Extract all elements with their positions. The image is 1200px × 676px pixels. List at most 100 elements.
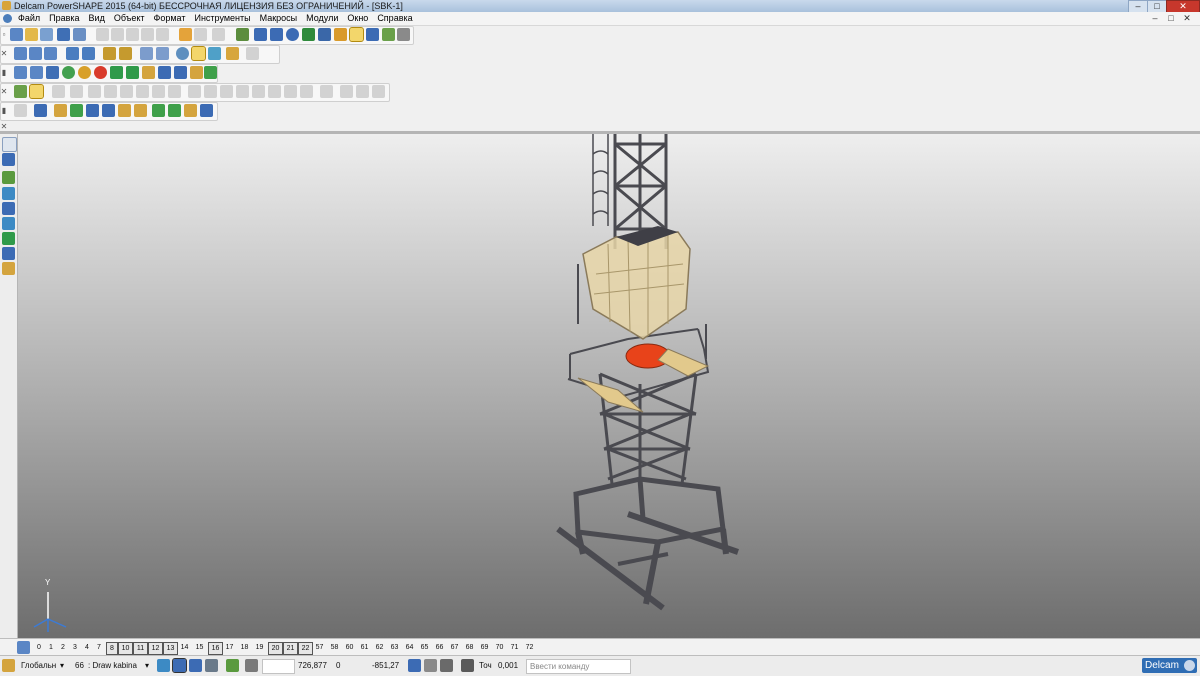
disk-icon[interactable] [57, 28, 70, 41]
surface-3-icon[interactable] [88, 85, 101, 98]
zoom-in-icon[interactable] [103, 47, 116, 60]
menu-view[interactable]: Вид [89, 12, 105, 25]
level-68[interactable]: 68 [463, 642, 476, 653]
level-3[interactable]: 3 [70, 642, 80, 653]
level-72[interactable]: 72 [523, 642, 536, 653]
tolerance-value[interactable]: 0,001 [498, 659, 518, 672]
arrow-icon[interactable] [204, 66, 217, 79]
assembly-11-icon[interactable] [184, 104, 197, 117]
select-icon[interactable] [254, 28, 267, 41]
view-iso-icon[interactable] [66, 47, 79, 60]
circle-icon[interactable] [286, 28, 299, 41]
tolerance-icon[interactable] [461, 659, 474, 672]
level-11[interactable]: 11 [133, 642, 148, 655]
level-57[interactable]: 57 [313, 642, 326, 653]
assembly-9-icon[interactable] [152, 104, 165, 117]
workplane-dropdown-icon[interactable]: ▾ [60, 659, 64, 672]
level-66[interactable]: 66 [433, 642, 446, 653]
graphics-viewport[interactable]: Y [18, 134, 1200, 638]
assembly-6-icon[interactable] [102, 104, 115, 117]
level-22[interactable]: 22 [298, 642, 313, 655]
level-69[interactable]: 69 [478, 642, 491, 653]
surface-20-icon[interactable] [372, 85, 385, 98]
assembly-8-icon[interactable] [134, 104, 147, 117]
delete-icon[interactable] [141, 28, 154, 41]
box-icon[interactable] [142, 66, 155, 79]
dimension-icon[interactable] [334, 28, 347, 41]
sphere-yellow-icon[interactable] [78, 66, 91, 79]
surface-11-icon[interactable] [220, 85, 233, 98]
copy-icon[interactable] [111, 28, 124, 41]
level-2[interactable]: 2 [58, 642, 68, 653]
level-67[interactable]: 67 [448, 642, 461, 653]
mdi-minimize-button[interactable]: – [1150, 13, 1160, 23]
cursor-snap-icon[interactable] [226, 659, 239, 672]
paste-icon[interactable] [126, 28, 139, 41]
grid-select-icon[interactable] [2, 153, 15, 166]
document-icon[interactable] [3, 14, 12, 23]
level-4[interactable]: 4 [82, 642, 92, 653]
level-16[interactable]: 16 [208, 642, 223, 655]
principal-plane-icon[interactable] [189, 659, 202, 672]
pick-icon[interactable] [270, 28, 283, 41]
workplane-icon[interactable] [2, 659, 15, 672]
repeat-icon[interactable] [212, 28, 225, 41]
surface-19-icon[interactable] [356, 85, 369, 98]
surface-16-icon[interactable] [300, 85, 313, 98]
surface-12-icon[interactable] [236, 85, 249, 98]
level-13[interactable]: 13 [163, 642, 178, 655]
level-65[interactable]: 65 [418, 642, 431, 653]
level-0[interactable]: 0 [34, 642, 44, 653]
symbol-tool-icon[interactable] [2, 247, 15, 260]
workplane-select[interactable]: Глобальн [21, 659, 56, 672]
feature-icon[interactable] [190, 66, 203, 79]
edit-icon[interactable] [46, 66, 59, 79]
level-19[interactable]: 19 [253, 642, 266, 653]
level-12[interactable]: 12 [148, 642, 163, 655]
shaded-icon[interactable] [191, 46, 206, 61]
level-number[interactable]: 66 [75, 659, 84, 672]
menu-file[interactable]: Файл [18, 12, 40, 25]
assembly-3-icon[interactable] [54, 104, 67, 117]
surface-icon[interactable] [366, 28, 379, 41]
surface-15-icon[interactable] [284, 85, 297, 98]
command-input[interactable]: Ввести команду [526, 659, 631, 674]
curve-icon[interactable] [302, 28, 315, 41]
new-icon[interactable] [10, 28, 23, 41]
wedge-icon[interactable] [126, 66, 139, 79]
mdi-maximize-button[interactable]: □ [1166, 13, 1176, 23]
surface-2-icon[interactable] [70, 85, 83, 98]
menu-help[interactable]: Справка [377, 12, 412, 25]
menu-window[interactable]: Окно [347, 12, 368, 25]
undo-icon[interactable] [179, 28, 192, 41]
mesh-icon[interactable] [382, 28, 395, 41]
level-10[interactable]: 10 [118, 642, 133, 655]
assembly-4-icon[interactable] [70, 104, 83, 117]
level-63[interactable]: 63 [388, 642, 401, 653]
level-71[interactable]: 71 [508, 642, 521, 653]
solid-icon[interactable] [349, 27, 364, 42]
view-iso2-icon[interactable] [82, 47, 95, 60]
surface-pick-icon[interactable] [14, 85, 27, 98]
document-icon[interactable] [30, 66, 43, 79]
boolean-icon[interactable] [174, 66, 187, 79]
calculator-icon[interactable] [424, 659, 437, 672]
surface-8-icon[interactable] [168, 85, 181, 98]
snap-icon[interactable] [236, 28, 249, 41]
level-dropdown-icon[interactable]: ▾ [145, 659, 149, 672]
toolbar-grip[interactable]: ▮ [0, 65, 8, 80]
light-icon[interactable] [226, 47, 239, 60]
surface-14-icon[interactable] [268, 85, 281, 98]
levels-icon[interactable] [17, 641, 30, 654]
mdi-close-button[interactable]: ✕ [1182, 13, 1192, 23]
menu-format[interactable]: Формат [154, 12, 186, 25]
surface-tool-icon[interactable] [2, 217, 15, 230]
zoom-fit-icon[interactable] [156, 47, 169, 60]
assembly-10-icon[interactable] [168, 104, 181, 117]
surface-1-icon[interactable] [52, 85, 65, 98]
menu-object[interactable]: Объект [114, 12, 145, 25]
level-58[interactable]: 58 [328, 642, 341, 653]
zoom-box-icon[interactable] [140, 47, 153, 60]
assembly-12-icon[interactable] [200, 104, 213, 117]
level-1[interactable]: 1 [46, 642, 56, 653]
